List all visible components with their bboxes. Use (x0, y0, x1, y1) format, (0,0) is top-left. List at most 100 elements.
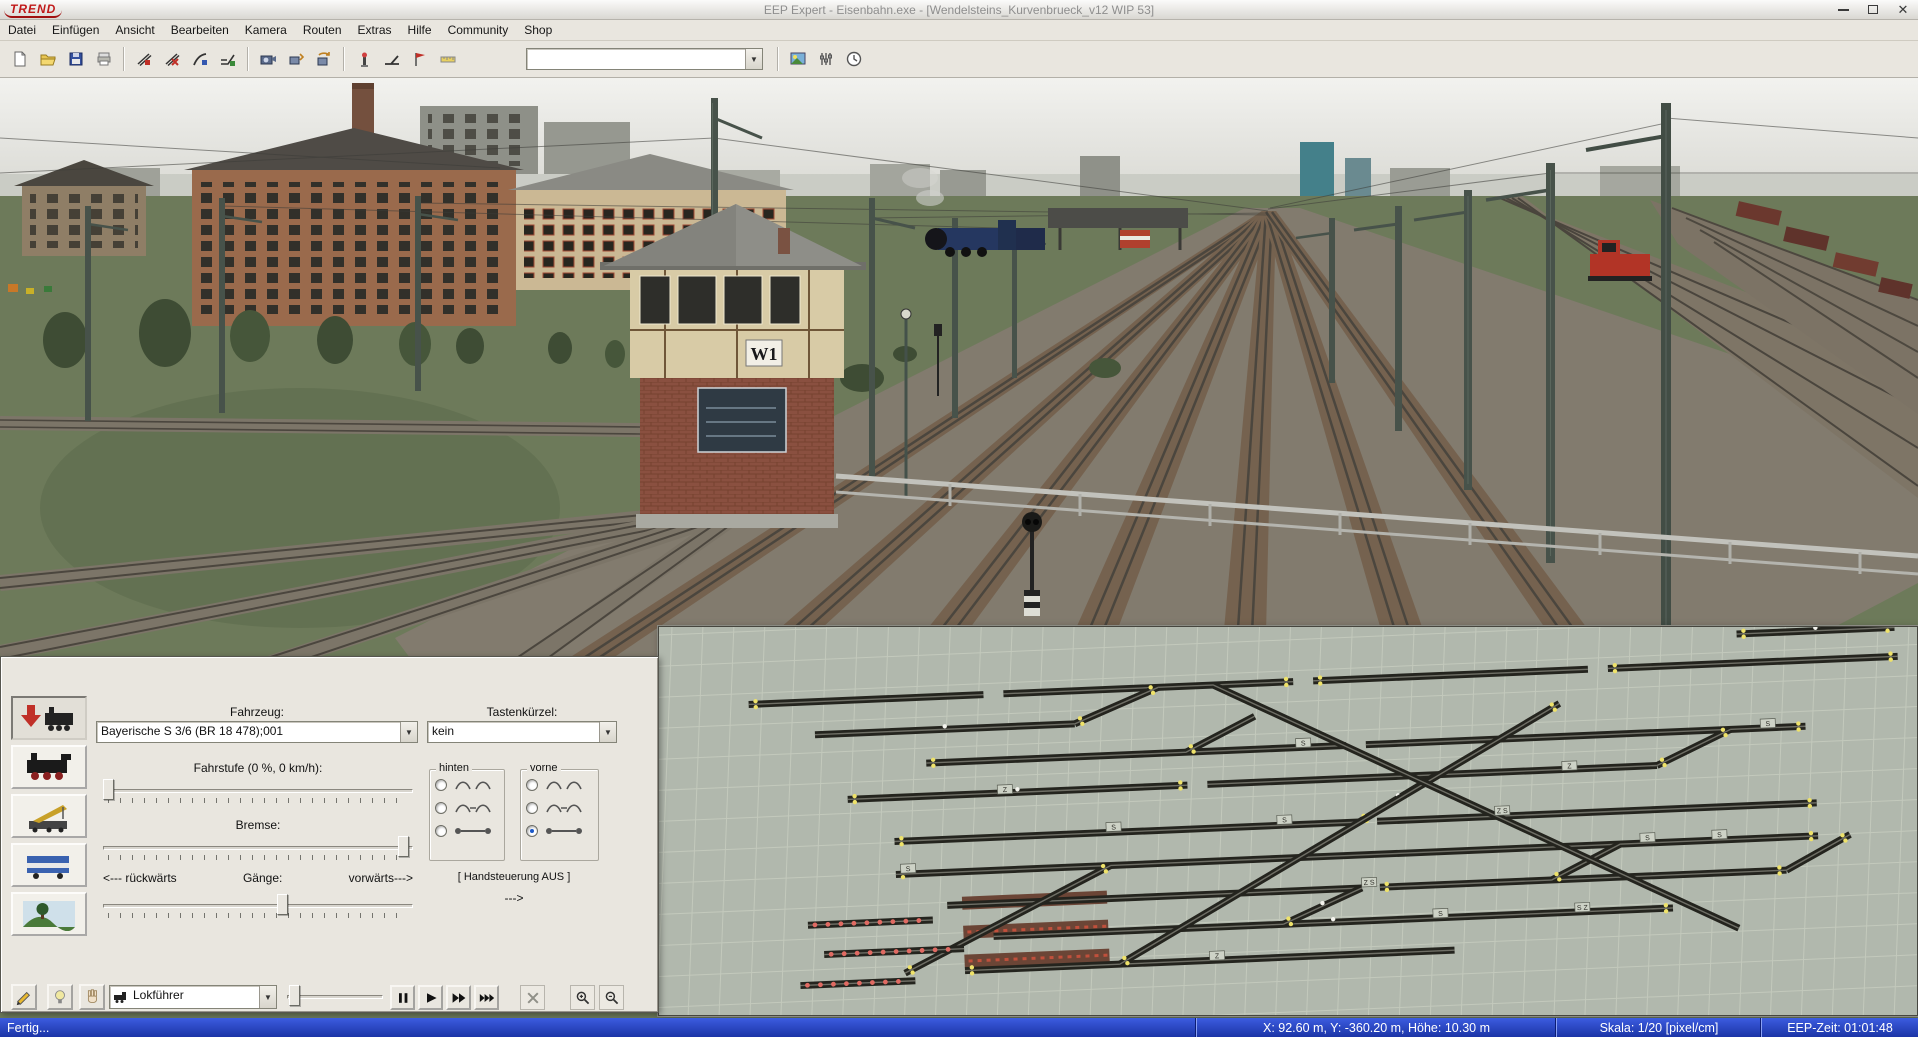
gaenge-thumb[interactable] (277, 894, 288, 915)
measure-icon[interactable] (434, 46, 462, 72)
signal-label[interactable]: S (1712, 830, 1727, 840)
mode-button-scenery[interactable] (11, 892, 87, 936)
signal-label[interactable]: Z (1562, 761, 1577, 771)
menu-ansicht[interactable]: Ansicht (107, 20, 162, 40)
hand-icon[interactable] (79, 984, 105, 1010)
route-flag-icon[interactable] (406, 46, 434, 72)
mode-button-steam-loco[interactable] (11, 745, 87, 789)
menu-bearbeiten[interactable]: Bearbeiten (163, 20, 237, 40)
mode-button-crane[interactable] (11, 794, 87, 838)
save-icon[interactable] (62, 46, 90, 72)
signal-label[interactable]: S (1433, 908, 1448, 918)
tastenkuerzel-combo[interactable]: kein ▼ (427, 721, 617, 743)
signal-label[interactable]: S (1760, 719, 1775, 729)
open-icon[interactable] (34, 46, 62, 72)
signal-label[interactable]: S (1277, 815, 1292, 825)
gaenge-slider[interactable] (103, 893, 413, 919)
track-delete-icon[interactable] (158, 46, 186, 72)
render-options-icon[interactable] (784, 46, 812, 72)
menu-shop[interactable]: Shop (516, 20, 560, 40)
vorne-radio-1[interactable] (526, 779, 538, 791)
signal-label[interactable]: Z (997, 785, 1012, 795)
signal-label[interactable]: S Z (1575, 902, 1590, 912)
camera-rotate-icon[interactable] (310, 46, 338, 72)
signal-label[interactable]: S (1296, 738, 1311, 748)
hinten-radio-1[interactable] (435, 779, 447, 791)
svg-text:Z S: Z S (1364, 880, 1376, 887)
vorne-radio-2[interactable] (526, 802, 538, 814)
signal-label[interactable]: Z S (1361, 877, 1376, 887)
loco-glyph-icon (110, 986, 129, 1008)
mixer-icon[interactable] (812, 46, 840, 72)
bremse-slider[interactable] (103, 835, 413, 861)
hinten-radio-3[interactable] (435, 825, 447, 837)
menu-kamera[interactable]: Kamera (237, 20, 295, 40)
camera-speed-slider[interactable] (287, 984, 383, 1010)
chevron-down-icon[interactable]: ▼ (599, 722, 616, 742)
zoom-in-icon[interactable] (570, 985, 595, 1010)
svg-text:S: S (1765, 721, 1770, 728)
track-segment[interactable] (1313, 664, 1588, 686)
play-icon[interactable] (418, 985, 443, 1010)
signal-label[interactable]: Z (1209, 951, 1224, 961)
timer-icon[interactable] (840, 46, 868, 72)
toolbar-separator (123, 47, 125, 71)
print-icon[interactable] (90, 46, 118, 72)
chevron-down-icon[interactable]: ▼ (745, 49, 762, 69)
camera-speed-thumb[interactable] (289, 985, 300, 1006)
track-connect-icon[interactable] (214, 46, 242, 72)
track-segment[interactable] (1377, 798, 1817, 827)
signal-label[interactable]: S (900, 864, 915, 874)
camera-mode-icon[interactable] (254, 46, 282, 72)
fahrzeug-combo[interactable]: Bayerische S 3/6 (BR 18 478);001 ▼ (96, 721, 418, 743)
bulb-icon[interactable] (47, 984, 73, 1010)
menu-community[interactable]: Community (440, 20, 517, 40)
track-segment[interactable] (1380, 865, 1787, 892)
track-plan-window[interactable]: S S Z S S Z S S S Z S Z S Z S S Z (658, 626, 1918, 1016)
reset-icon[interactable] (520, 985, 545, 1010)
switch-tool-icon[interactable] (378, 46, 406, 72)
menu-datei[interactable]: Datei (0, 20, 44, 40)
fast-forward-icon[interactable] (446, 985, 471, 1010)
camera-move-icon[interactable] (282, 46, 310, 72)
bremse-thumb[interactable] (398, 836, 409, 857)
signal-label[interactable]: Z S (1495, 806, 1510, 816)
minimize-button[interactable] (1828, 0, 1858, 19)
pause-icon[interactable] (390, 985, 415, 1010)
vorne-radio-3[interactable] (526, 825, 538, 837)
status-coordinates: X: 92.60 m, Y: -360.20 m, Höhe: 10.30 m (1196, 1018, 1556, 1037)
track-insert-icon[interactable] (130, 46, 158, 72)
fastest-icon[interactable] (474, 985, 499, 1010)
maximize-button[interactable] (1858, 0, 1888, 19)
signal-box-label: W1 (751, 344, 778, 364)
signal-label[interactable]: S (1640, 833, 1655, 843)
fahrstufe-thumb[interactable] (103, 779, 114, 800)
mode-button-loco-control[interactable] (11, 696, 87, 740)
camera-position-combo[interactable]: ▼ (526, 48, 763, 70)
w1-plaque: W1 (746, 340, 782, 366)
mode-button-wagon[interactable] (11, 843, 87, 887)
zoom-out-icon[interactable] (599, 985, 624, 1010)
occupied-track[interactable] (808, 918, 933, 928)
track-segment[interactable] (1366, 721, 1806, 750)
track-segment[interactable] (1003, 676, 1293, 699)
menu-routen[interactable]: Routen (295, 20, 350, 40)
chevron-down-icon[interactable]: ▼ (259, 986, 276, 1008)
menu-einfuegen[interactable]: Einfügen (44, 20, 107, 40)
track-bend-icon[interactable] (186, 46, 214, 72)
coupler-hook-icon (543, 801, 585, 815)
close-button[interactable]: ✕ (1888, 0, 1918, 19)
hinten-radio-2[interactable] (435, 802, 447, 814)
pencil-icon[interactable] (11, 984, 37, 1010)
signal-label[interactable]: S (1106, 822, 1121, 832)
signal-tool-icon[interactable] (350, 46, 378, 72)
new-file-icon[interactable] (6, 46, 34, 72)
status-scale: Skala: 1/20 [pixel/cm] (1556, 1018, 1761, 1037)
menu-hilfe[interactable]: Hilfe (400, 20, 440, 40)
menu-extras[interactable]: Extras (350, 20, 400, 40)
control-mode-combo[interactable]: Lokführer ▼ (109, 985, 277, 1009)
chevron-down-icon[interactable]: ▼ (400, 722, 417, 742)
status-eep-time: EEP-Zeit: 01:01:48 (1761, 1018, 1918, 1037)
occupied-track[interactable] (800, 978, 915, 988)
fahrstufe-slider[interactable] (103, 778, 413, 804)
